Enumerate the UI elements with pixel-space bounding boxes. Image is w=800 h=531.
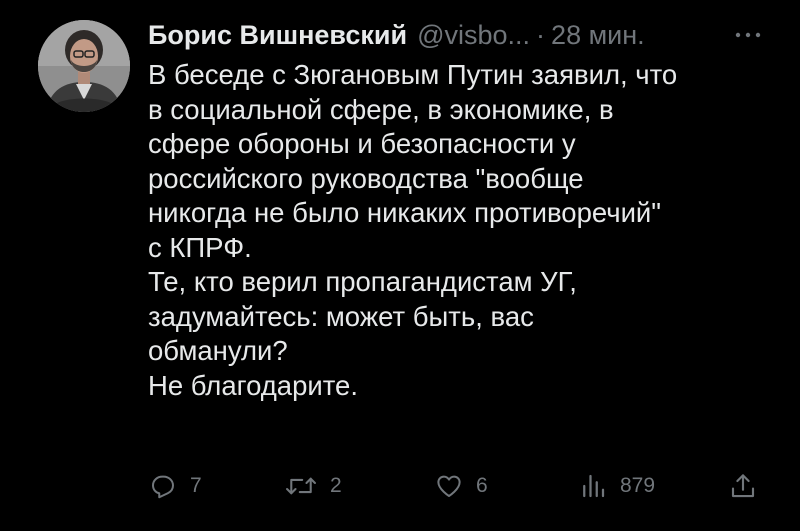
tweet-line: обманули? bbox=[148, 335, 288, 366]
tweet-line: никогда не было никаких противоречий" bbox=[148, 197, 662, 228]
tweet: Борис Вишневский @visbo... · 28 мин. В б… bbox=[0, 0, 800, 531]
reply-button[interactable]: 7 bbox=[148, 466, 202, 506]
share-button[interactable] bbox=[728, 466, 758, 506]
share-icon bbox=[731, 474, 755, 498]
tweet-line: Те, кто верил пропагандистам УГ, bbox=[148, 266, 577, 297]
more-icon bbox=[735, 32, 761, 38]
tweet-timestamp[interactable]: 28 мин. bbox=[551, 18, 645, 52]
tweet-line: российского руководства "вообще bbox=[148, 162, 584, 194]
tweet-line: в социальной сфере, в экономике, в bbox=[148, 93, 614, 125]
tweet-line: В беседе с Зюгановым Путин заявил, что bbox=[148, 59, 678, 90]
separator-dot: · bbox=[536, 20, 546, 50]
views-icon bbox=[583, 474, 605, 498]
like-count: 6 bbox=[476, 474, 488, 497]
tweet-line: Не благодарите. bbox=[148, 369, 358, 401]
reply-count: 7 bbox=[190, 474, 202, 497]
retweet-button[interactable]: 2 bbox=[284, 466, 342, 506]
heart-icon bbox=[437, 475, 461, 497]
reply-icon bbox=[152, 475, 174, 499]
tweet-line: с КПРФ. bbox=[148, 231, 252, 263]
tweet-text: В беседе с Зюгановым Путин заявил, что в… bbox=[148, 58, 778, 403]
retweet-count: 2 bbox=[330, 474, 342, 497]
views-button[interactable]: 879 bbox=[578, 466, 655, 506]
views-count: 879 bbox=[620, 474, 656, 497]
like-button[interactable]: 6 bbox=[434, 466, 488, 506]
tweet-header: Борис Вишневский @visbo... · 28 мин. bbox=[148, 18, 645, 52]
tweet-actions: 7 2 6 879 bbox=[0, 466, 800, 506]
author-name[interactable]: Борис Вишневский bbox=[148, 18, 407, 52]
retweet-icon bbox=[286, 477, 316, 495]
tweet-line: задумайтесь: может быть, вас bbox=[148, 300, 534, 332]
more-options-button[interactable] bbox=[730, 20, 766, 50]
tweet-line: сфере обороны и безопасности у bbox=[148, 128, 576, 159]
author-handle[interactable]: @visbo... bbox=[417, 18, 530, 52]
avatar[interactable] bbox=[38, 20, 130, 112]
